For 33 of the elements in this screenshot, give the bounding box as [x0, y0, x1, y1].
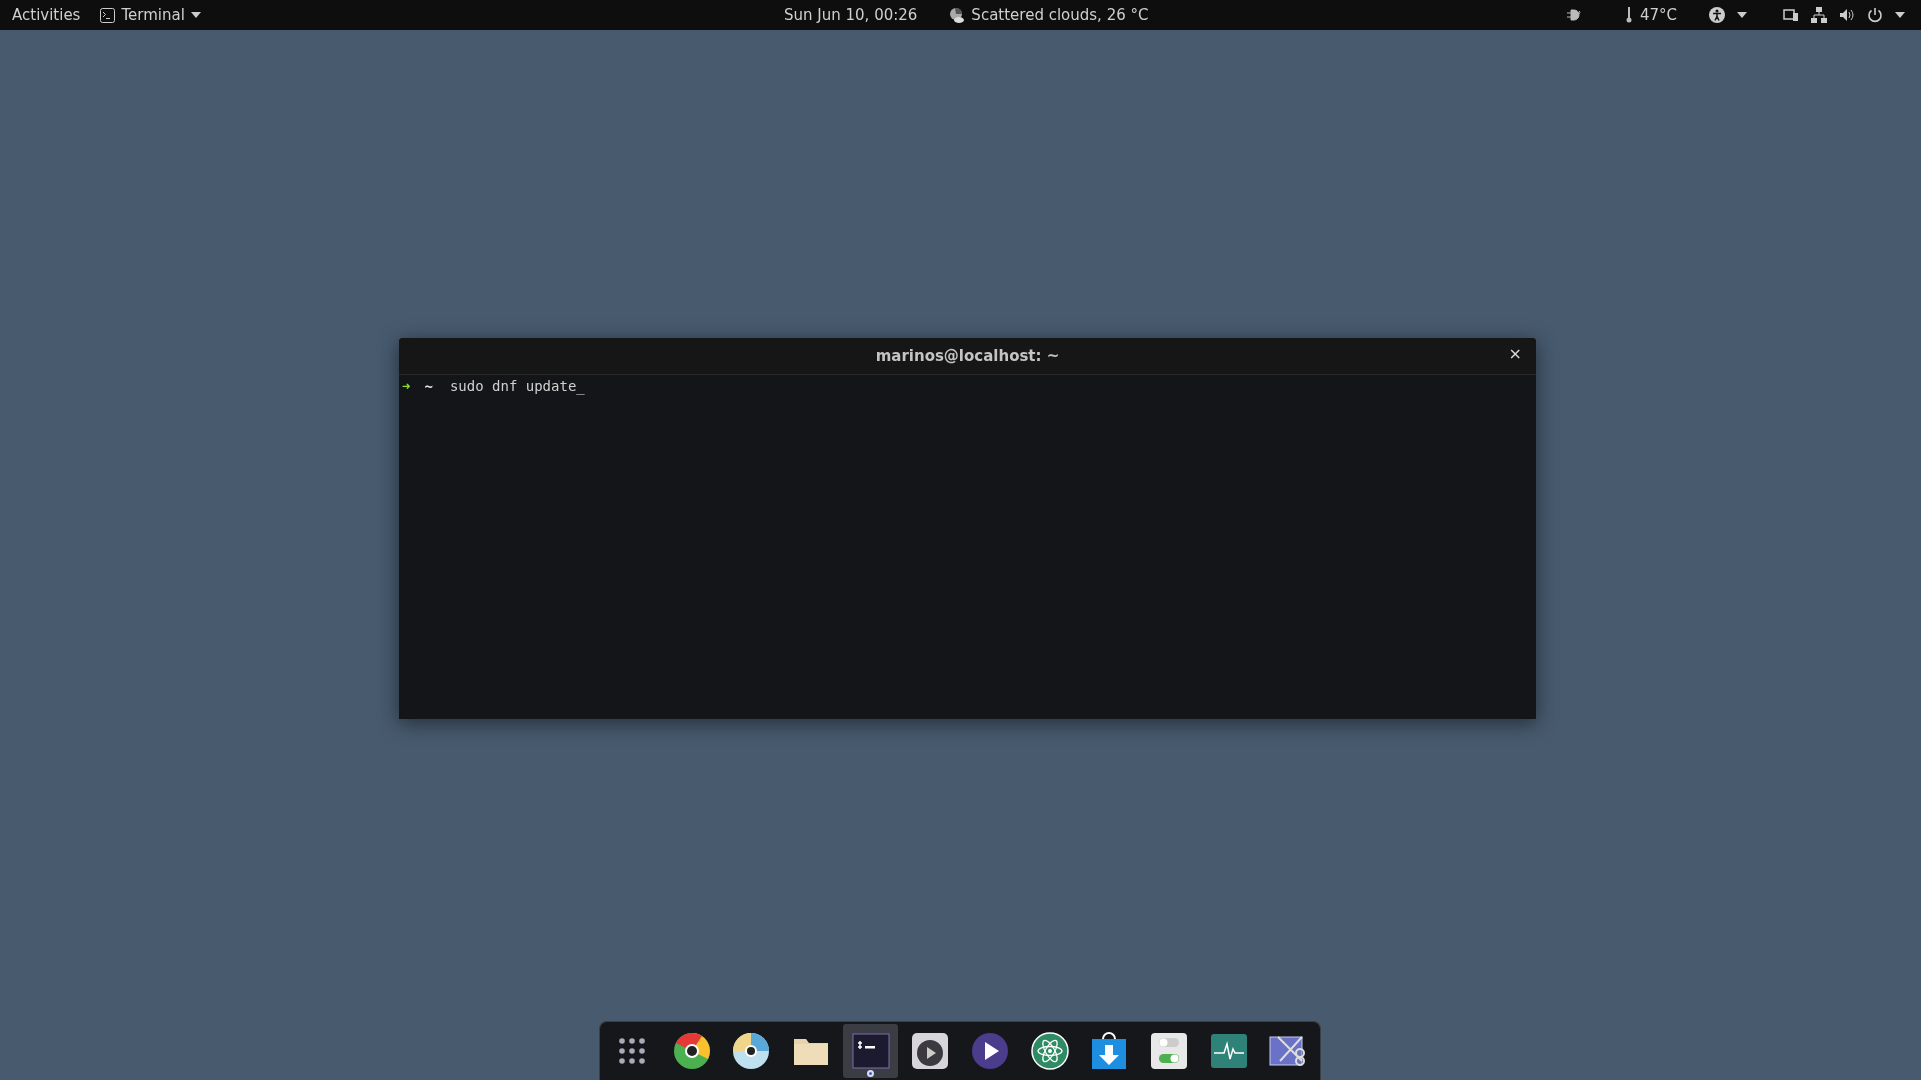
text-cursor: _: [576, 376, 585, 397]
caret-icon[interactable]: [1737, 12, 1747, 18]
app-menu[interactable]: Terminal: [100, 3, 201, 27]
running-indicator: [867, 1070, 874, 1077]
network-icon[interactable]: [1811, 7, 1827, 23]
caret-icon[interactable]: [1895, 12, 1905, 18]
prompt-arrow: ➜: [402, 376, 411, 396]
close-button[interactable]: ×: [1508, 346, 1522, 362]
clock[interactable]: Sun Jun 10, 00:26: [784, 3, 918, 27]
browser-icon: [671, 1031, 712, 1071]
toggle-switches-icon: [1148, 1031, 1189, 1071]
play-icon: [910, 1031, 951, 1071]
volume-icon[interactable]: [1839, 8, 1855, 22]
disc-icon: [731, 1031, 772, 1071]
system-monitor-icon: [1208, 1031, 1249, 1071]
thermometer-icon: [1625, 7, 1632, 23]
play-icon: [969, 1031, 1010, 1071]
devices-icon[interactable]: [1783, 8, 1799, 22]
terminal-icon: [100, 7, 116, 23]
command-text: sudo dnf update: [449, 376, 577, 397]
cpu-temperature[interactable]: 47°C: [1639, 3, 1677, 27]
activities-button[interactable]: Activities: [12, 3, 81, 27]
weather-clouds-icon: [949, 7, 966, 23]
caret-icon: [190, 12, 201, 18]
atom-icon: [1029, 1031, 1070, 1071]
prompt-directory: ~: [424, 376, 433, 396]
terminal-icon: [850, 1031, 891, 1071]
power-icon[interactable]: [1867, 7, 1883, 23]
accessibility-icon[interactable]: [1709, 7, 1725, 23]
dock-item[interactable]: [842, 1024, 899, 1078]
window-title: marinos@localhost: ~: [875, 345, 1060, 367]
plug-icon[interactable]: [1565, 8, 1582, 22]
weather-text[interactable]: Scattered clouds, 26 °C: [971, 3, 1149, 27]
